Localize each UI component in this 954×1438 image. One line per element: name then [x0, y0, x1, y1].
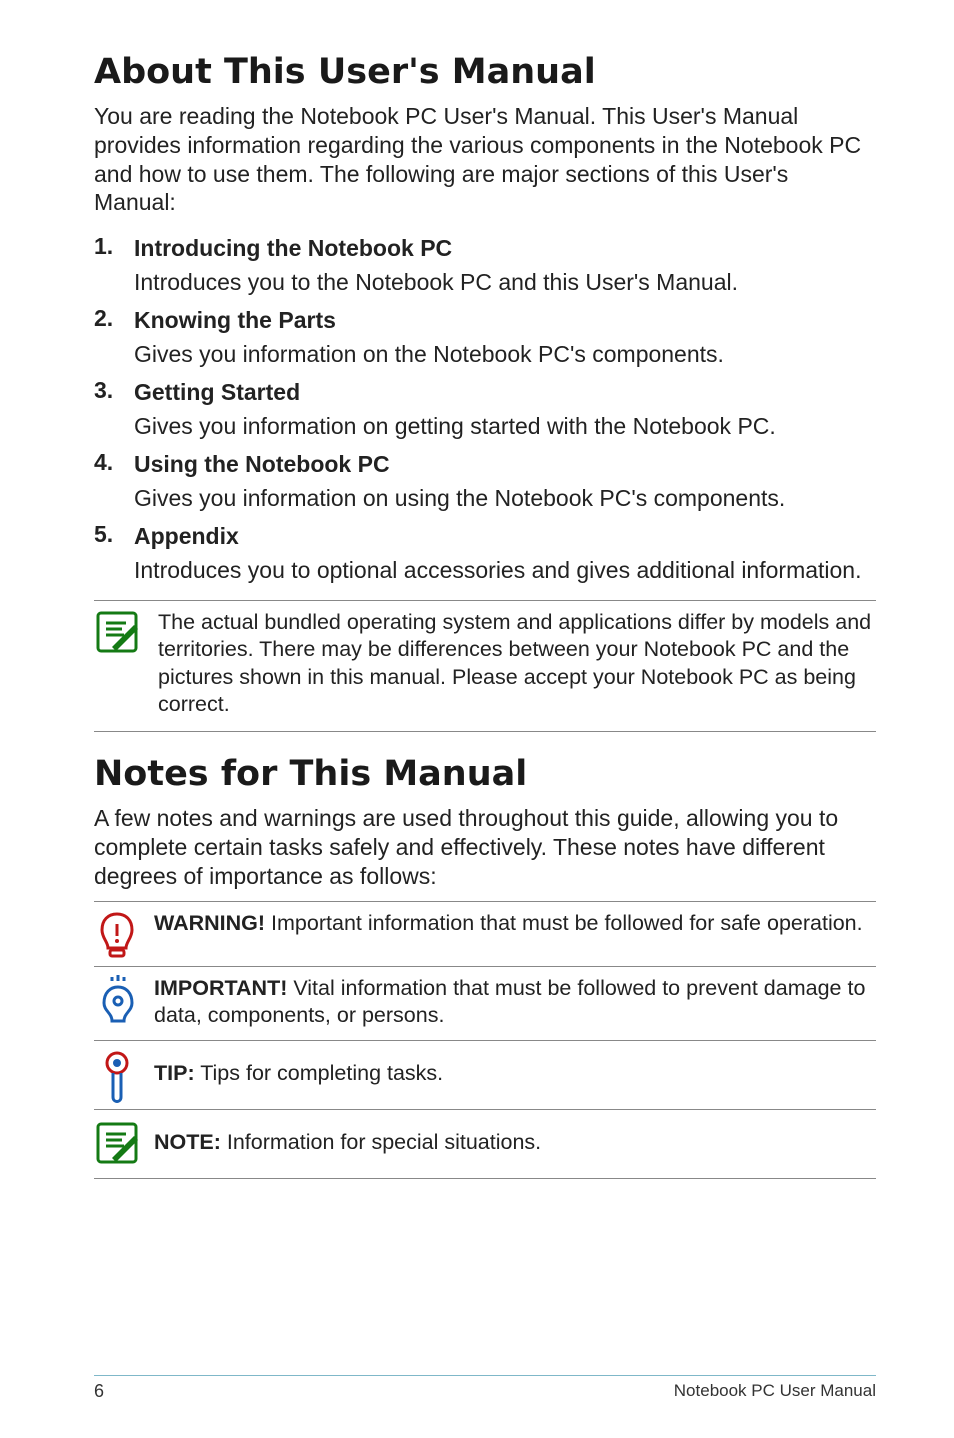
section-title: Appendix: [134, 521, 876, 552]
section-item: Introducing the Notebook PC Introduces y…: [94, 233, 876, 298]
section-desc: Gives you information on the Notebook PC…: [134, 340, 876, 370]
tip-body: Tips for completing tasks.: [195, 1061, 444, 1085]
note-callout: The actual bundled operating system and …: [94, 600, 876, 732]
note-callout-2: NOTE: Information for special situations…: [94, 1110, 876, 1179]
section-item: Getting Started Gives you information on…: [94, 377, 876, 442]
section-title: Knowing the Parts: [134, 305, 876, 336]
important-callout: IMPORTANT! Vital information that must b…: [94, 967, 876, 1041]
heading-about: About This User's Manual: [94, 52, 876, 92]
note-icon: [94, 1120, 140, 1166]
important-text: IMPORTANT! Vital information that must b…: [154, 975, 876, 1030]
warning-icon: [94, 910, 140, 956]
warning-text: WARNING! Important information that must…: [154, 910, 876, 956]
tip-label: TIP:: [154, 1061, 195, 1085]
section-item: Knowing the Parts Gives you information …: [94, 305, 876, 370]
note-label: NOTE:: [154, 1130, 221, 1154]
section-desc: Introduces you to the Notebook PC and th…: [134, 268, 876, 298]
notes-intro-paragraph: A few notes and warnings are used throug…: [94, 804, 876, 891]
warning-callout: WARNING! Important information that must…: [94, 901, 876, 967]
important-label: IMPORTANT!: [154, 976, 287, 1000]
section-desc: Gives you information on using the Noteb…: [134, 484, 876, 514]
note-icon: [94, 609, 140, 655]
sections-list: Introducing the Notebook PC Introduces y…: [94, 233, 876, 586]
warning-body: Important information that must be follo…: [265, 911, 863, 935]
intro-paragraph: You are reading the Notebook PC User's M…: [94, 102, 876, 217]
section-title: Using the Notebook PC: [134, 449, 876, 480]
section-title: Introducing the Notebook PC: [134, 233, 876, 264]
section-item: Using the Notebook PC Gives you informat…: [94, 449, 876, 514]
page-footer: 6 Notebook PC User Manual: [94, 1375, 876, 1402]
footer-title: Notebook PC User Manual: [674, 1381, 876, 1402]
warning-label: WARNING!: [154, 911, 265, 935]
callout-stack: WARNING! Important information that must…: [94, 901, 876, 1179]
note-body: Information for special situations.: [221, 1130, 541, 1154]
tip-text: TIP: Tips for completing tasks.: [154, 1060, 876, 1088]
note-text: NOTE: Information for special situations…: [154, 1129, 876, 1157]
section-title: Getting Started: [134, 377, 876, 408]
important-icon: [94, 975, 140, 1021]
heading-notes: Notes for This Manual: [94, 754, 876, 794]
section-desc: Gives you information on getting started…: [134, 412, 876, 442]
note-callout-text: The actual bundled operating system and …: [158, 609, 876, 719]
page-number: 6: [94, 1381, 104, 1402]
section-desc: Introduces you to optional accessories a…: [134, 556, 876, 586]
tip-icon: [94, 1051, 140, 1097]
tip-callout: TIP: Tips for completing tasks.: [94, 1041, 876, 1110]
section-item: Appendix Introduces you to optional acce…: [94, 521, 876, 586]
page-content: About This User's Manual You are reading…: [0, 0, 954, 1219]
